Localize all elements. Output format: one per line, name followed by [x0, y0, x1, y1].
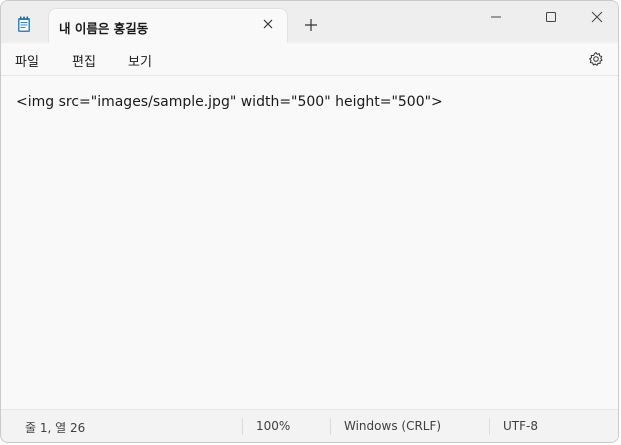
plus-icon[interactable]: [303, 17, 319, 33]
notepad-icon: [18, 16, 30, 32]
menu-view[interactable]: 보기: [128, 51, 152, 70]
tab-title: 내 이름은 홍길동: [59, 21, 149, 36]
divider: [242, 418, 243, 435]
close-icon[interactable]: [589, 9, 605, 25]
menu-edit[interactable]: 편집: [72, 51, 96, 70]
maximize-icon[interactable]: [543, 9, 559, 25]
notepad-window: 내 이름은 홍길동 파일 편집 보기 <img src="images/samp…: [0, 0, 619, 443]
title-bar[interactable]: 내 이름은 홍길동: [1, 1, 618, 43]
editor-content[interactable]: <img src="images/sample.jpg" width="500"…: [16, 94, 443, 110]
status-position: 줄 1, 열 26: [25, 421, 86, 435]
status-zoom[interactable]: 100%: [256, 419, 290, 433]
menu-file[interactable]: 파일: [15, 51, 39, 70]
menu-bar: 파일 편집 보기: [1, 43, 618, 76]
status-encoding[interactable]: UTF-8: [503, 419, 538, 433]
divider: [330, 418, 331, 435]
status-line-ending[interactable]: Windows (CRLF): [344, 419, 441, 433]
minimize-icon[interactable]: [488, 9, 504, 25]
status-bar: 줄 1, 열 26 100% Windows (CRLF) UTF-8: [1, 409, 618, 442]
tab-document[interactable]: 내 이름은 홍길동: [49, 9, 287, 43]
gear-icon[interactable]: [588, 51, 604, 67]
close-icon[interactable]: [261, 17, 275, 31]
divider: [489, 418, 490, 435]
text-editor[interactable]: <img src="images/sample.jpg" width="500"…: [1, 76, 618, 412]
